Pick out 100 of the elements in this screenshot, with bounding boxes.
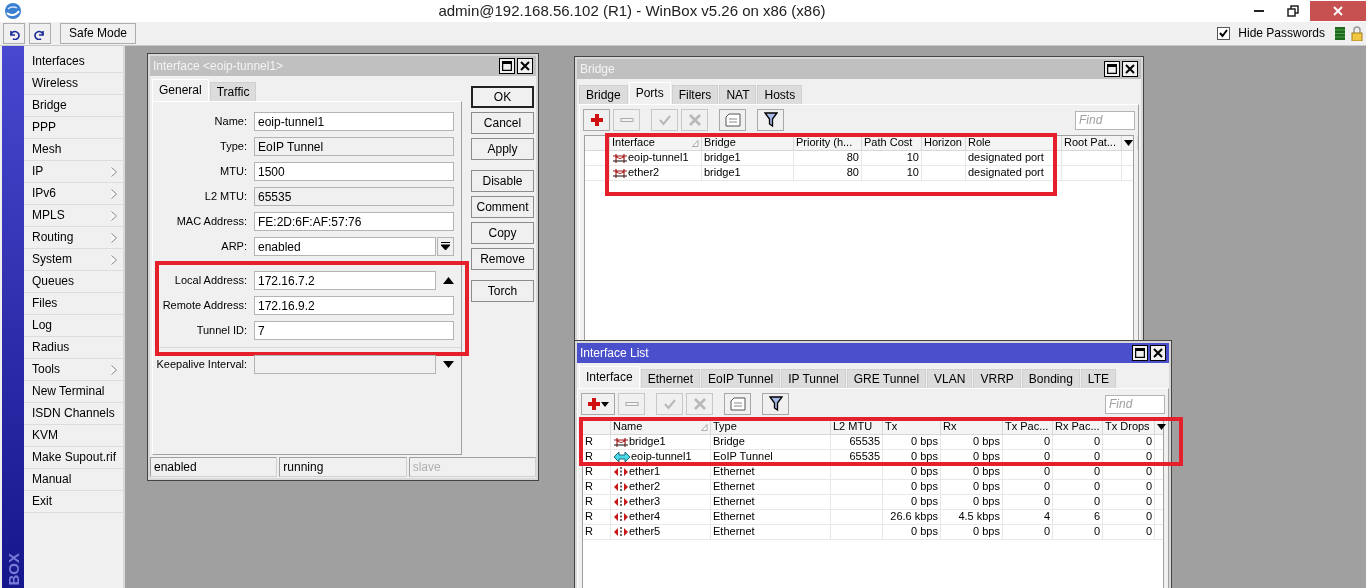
input-field[interactable]	[254, 355, 436, 374]
column-header[interactable]: Path Cost	[862, 136, 922, 150]
menu-item[interactable]: Log	[24, 315, 123, 337]
tab[interactable]: Filters	[671, 85, 719, 104]
menu-item[interactable]: Radius	[24, 337, 123, 359]
dialog-button[interactable]: Torch	[471, 280, 534, 302]
menu-item[interactable]: Files	[24, 293, 123, 315]
tab[interactable]: General	[152, 79, 209, 101]
dialog-button[interactable]: Copy	[471, 222, 534, 244]
search-field[interactable]: Find	[1075, 110, 1135, 130]
column-header[interactable]: Name	[611, 420, 711, 434]
input-field[interactable]: enabled	[254, 237, 436, 256]
column-header[interactable]: Root Pat...	[1062, 136, 1122, 150]
input-field[interactable]: 172.16.9.2	[254, 296, 454, 315]
menu-item[interactable]: Mesh	[24, 139, 123, 161]
menu-item[interactable]: Manual	[24, 469, 123, 491]
input-field[interactable]: EoIP Tunnel	[254, 137, 454, 156]
menu-item[interactable]: ISDN Channels	[24, 403, 123, 425]
tab[interactable]: EoIP Tunnel	[701, 369, 781, 388]
safe-mode-button[interactable]: Safe Mode	[60, 23, 137, 44]
column-header[interactable]: Bridge	[702, 136, 794, 150]
dialog-button[interactable]: Comment	[471, 196, 534, 218]
menu-item[interactable]: MPLS	[24, 205, 123, 227]
check-icon	[657, 113, 672, 127]
table-cell: Ethernet	[711, 510, 831, 524]
table-cell: 0	[1053, 480, 1103, 494]
menu-item[interactable]: Queues	[24, 271, 123, 293]
menu-item[interactable]: Interfaces	[24, 51, 123, 73]
note-icon	[729, 397, 746, 411]
tab[interactable]: NAT	[719, 85, 757, 104]
tab[interactable]: LTE	[1080, 369, 1116, 388]
column-header[interactable]: Rx Pac...	[1053, 420, 1103, 434]
interface-name: ether5	[629, 525, 661, 539]
input-field[interactable]: 1500	[254, 162, 454, 181]
tab[interactable]: Ethernet	[640, 369, 701, 388]
column-header[interactable]: Tx	[883, 420, 941, 434]
checkbox[interactable]	[1217, 27, 1231, 40]
menu-item[interactable]: Bridge	[24, 95, 123, 117]
dialog-button[interactable]: Disable	[471, 170, 534, 192]
dialog-button[interactable]: Cancel	[471, 112, 534, 134]
dialog-button[interactable]: OK	[471, 86, 534, 108]
comment-button[interactable]	[724, 393, 751, 415]
menu-item[interactable]: KVM	[24, 425, 123, 447]
column-menu-icon[interactable]	[1124, 140, 1133, 146]
menu-item[interactable]: Routing	[24, 227, 123, 249]
filter-button[interactable]	[762, 393, 789, 415]
undo-button[interactable]	[3, 23, 25, 44]
close-button[interactable]	[1122, 61, 1138, 77]
menu-item[interactable]: Tools	[24, 359, 123, 381]
menu-item[interactable]: Make Supout.rif	[24, 447, 123, 469]
input-field[interactable]: 7	[254, 321, 454, 340]
field-label: ARP:	[220, 239, 247, 254]
input-field[interactable]: 65535	[254, 187, 454, 206]
dialog-button[interactable]: Remove	[471, 248, 534, 270]
column-header[interactable]: Horizon	[922, 136, 966, 150]
maximize-button[interactable]	[1132, 345, 1148, 361]
tab[interactable]: Traffic	[209, 82, 257, 101]
comment-button[interactable]	[719, 109, 746, 131]
column-header[interactable]: Type	[711, 420, 831, 434]
tab[interactable]: VLAN	[927, 369, 973, 388]
column-menu-icon[interactable]	[1157, 424, 1166, 430]
tab[interactable]: Bonding	[1021, 369, 1080, 388]
input-field[interactable]: 172.16.7.2	[254, 271, 436, 290]
menu-item[interactable]: PPP	[24, 117, 123, 139]
field-label: Local Address:	[173, 273, 247, 288]
column-header[interactable]: Tx Pac...	[1003, 420, 1053, 434]
tab[interactable]: VRRP	[973, 369, 1021, 388]
tab[interactable]: IP Tunnel	[781, 369, 846, 388]
menu-item[interactable]: IP	[24, 161, 123, 183]
filter-button[interactable]	[757, 109, 784, 131]
dropdown-button[interactable]	[437, 237, 454, 256]
menu-item[interactable]: Exit	[24, 491, 123, 513]
column-header[interactable]: Tx Drops	[1103, 420, 1155, 434]
input-field[interactable]: FE:2D:6F:AF:57:76	[254, 212, 454, 231]
dialog-button[interactable]: Apply	[471, 138, 534, 160]
tab[interactable]: Ports	[628, 82, 671, 104]
close-button[interactable]	[517, 58, 533, 74]
column-header[interactable]: Role	[966, 136, 1062, 150]
maximize-button[interactable]	[499, 58, 515, 74]
down-arrow-icon	[441, 242, 450, 251]
column-header[interactable]: L2 MTU	[831, 420, 883, 434]
menu-item[interactable]: New Terminal	[24, 381, 123, 403]
menu-item[interactable]: IPv6	[24, 183, 123, 205]
table-cell: 0	[1003, 480, 1053, 494]
redo-button[interactable]	[29, 23, 51, 44]
tab[interactable]: Interface	[579, 366, 640, 388]
search-field[interactable]: Find	[1105, 394, 1165, 414]
menu-item[interactable]: System	[24, 249, 123, 271]
column-header[interactable]: Priority (h...	[794, 136, 862, 150]
maximize-button[interactable]	[1104, 61, 1120, 77]
tab[interactable]: Bridge	[579, 85, 628, 104]
input-field[interactable]: eoip-tunnel1	[254, 112, 454, 131]
tab[interactable]: GRE Tunnel	[846, 369, 927, 388]
column-header[interactable]: Interface	[610, 136, 702, 150]
table-cell: 0	[1103, 435, 1155, 449]
menu-item[interactable]: Wireless	[24, 73, 123, 95]
close-button[interactable]	[1150, 345, 1166, 361]
add-button[interactable]	[581, 393, 615, 415]
column-header[interactable]: Rx	[941, 420, 1003, 434]
tab[interactable]: Hosts	[757, 85, 803, 104]
